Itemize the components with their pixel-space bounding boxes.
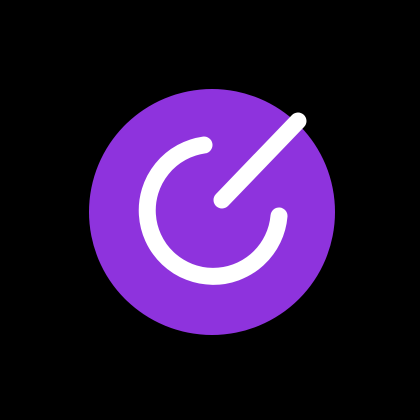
app-icon-canvas — [0, 0, 420, 420]
circular-arrow-logo-icon — [89, 89, 335, 335]
